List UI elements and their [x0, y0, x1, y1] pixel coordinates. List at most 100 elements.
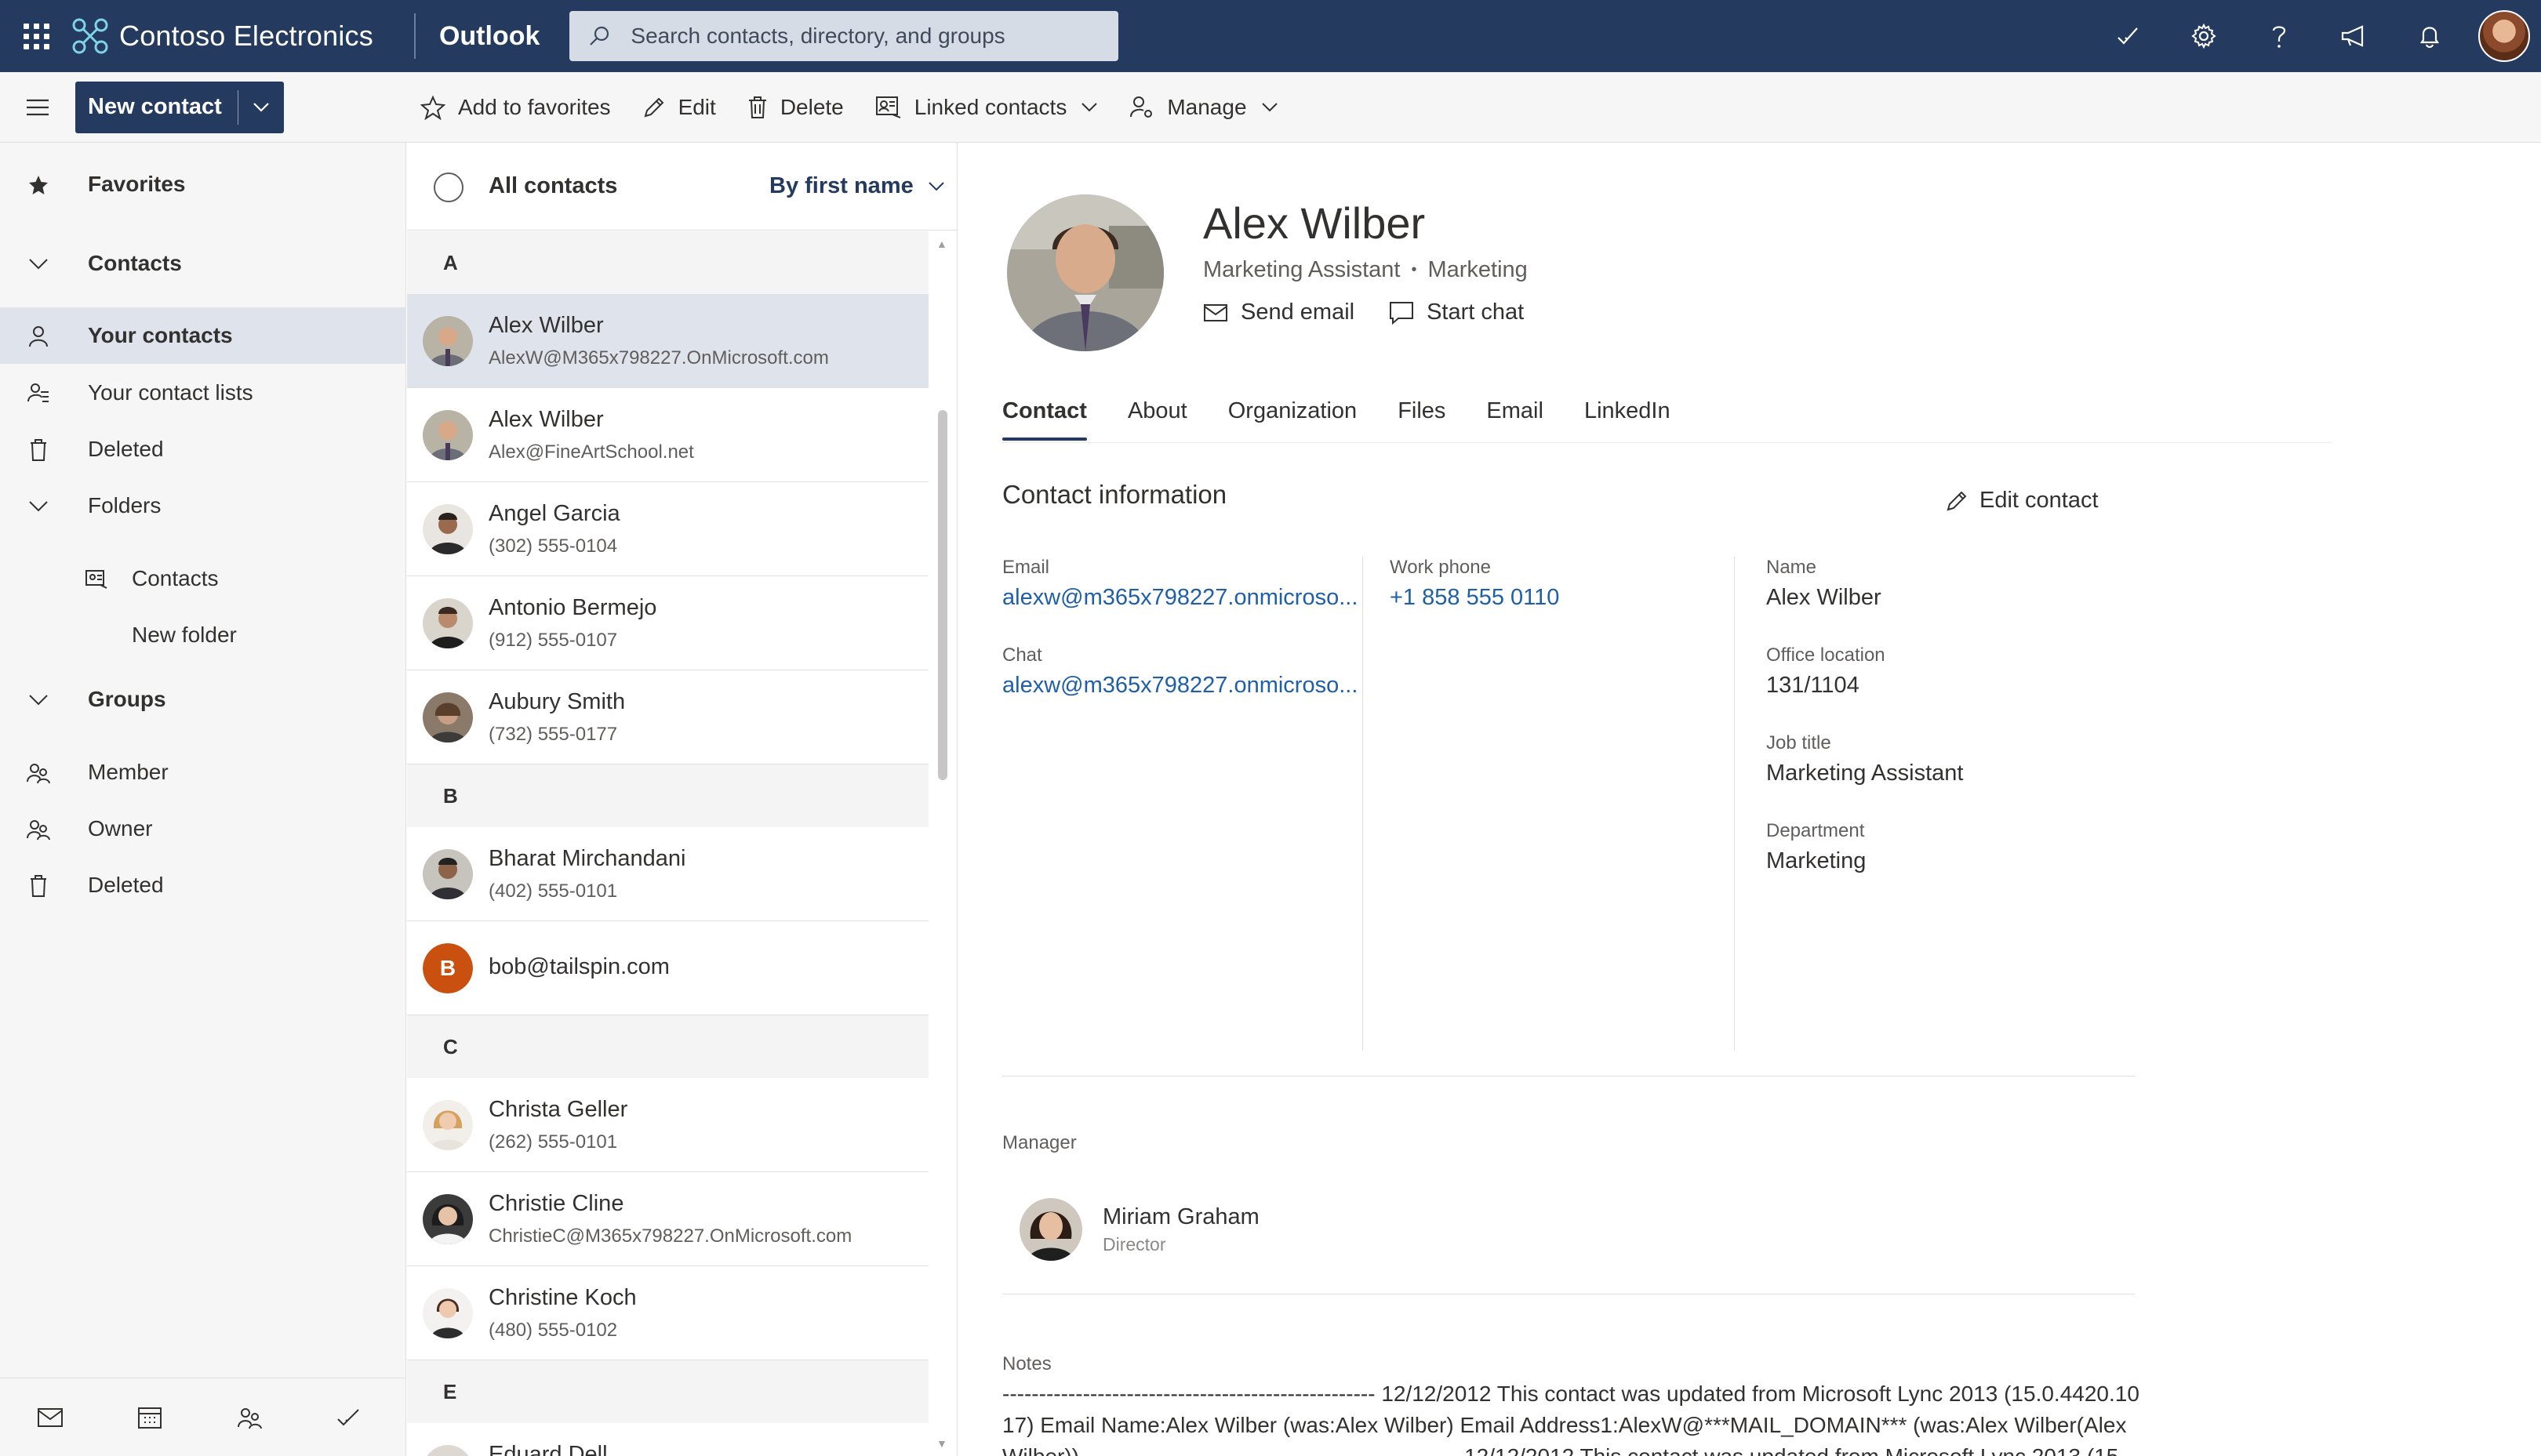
divider — [1002, 1076, 2135, 1077]
edit-contact-button[interactable]: Edit contact — [1945, 488, 2099, 514]
contact-column: Email alexw@m365x798227.onmicroso... Cha… — [1002, 557, 1363, 1051]
work-phone-link[interactable]: +1 858 555 0110 — [1390, 585, 1559, 611]
manage-label: Manage — [1167, 95, 1247, 119]
search-input[interactable] — [631, 24, 1071, 49]
send-email-button[interactable]: Send email — [1203, 300, 1354, 325]
mail-module-button[interactable] — [0, 1378, 100, 1456]
star-outline-icon — [420, 95, 445, 120]
calendar-module-button[interactable] — [100, 1378, 199, 1456]
list-item[interactable]: B bob@tailspin.com — [407, 921, 929, 1015]
list-item[interactable]: Alex Wilber AlexW@M365x798227.OnMicrosof… — [407, 294, 929, 388]
nav-member[interactable]: Member — [0, 744, 406, 801]
chevron-down-icon — [253, 102, 269, 112]
list-header: All contacts By first name — [407, 143, 957, 231]
bell-icon — [2419, 27, 2440, 49]
tab-email[interactable]: Email — [1486, 394, 1543, 441]
app-launcher-button[interactable] — [0, 0, 72, 72]
nav-deleted[interactable]: Deleted — [0, 421, 406, 477]
feedback-button[interactable] — [2317, 0, 2392, 72]
list-item[interactable]: Christie Cline ChristieC@M365x798227.OnM… — [407, 1172, 929, 1266]
todo-button[interactable] — [2091, 0, 2166, 72]
nav-your-contact-lists[interactable]: Your contact lists — [0, 365, 406, 421]
chevron-down-icon — [1261, 103, 1278, 112]
hamburger-icon — [27, 99, 49, 115]
field-value: Marketing — [1766, 848, 1867, 873]
tab-files[interactable]: Files — [1398, 394, 1445, 441]
contact-photo — [1007, 194, 1164, 351]
nav-folder-contacts[interactable]: Contacts — [0, 550, 406, 607]
nav-your-contacts[interactable]: Your contacts — [0, 307, 406, 364]
start-chat-button[interactable]: Start chat — [1389, 300, 1524, 325]
job-title-field: Job title Marketing Assistant — [1766, 732, 1963, 786]
nav-groups-deleted[interactable]: Deleted — [0, 857, 406, 913]
list-item[interactable]: Alex Wilber Alex@FineArtSchool.net — [407, 388, 929, 482]
app-name[interactable]: Outlook — [416, 21, 569, 52]
nav-groups[interactable]: Groups — [0, 671, 406, 728]
calendar-icon — [137, 1407, 162, 1429]
nav-toggle-button[interactable] — [0, 72, 75, 143]
manager-avatar[interactable] — [1020, 1198, 1082, 1261]
list-item[interactable]: Christa Geller (262) 555-0101 — [407, 1078, 929, 1172]
scroll-thumb[interactable] — [938, 410, 947, 780]
todo-module-button[interactable] — [299, 1378, 398, 1456]
settings-button[interactable] — [2166, 0, 2241, 72]
people-module-button[interactable] — [199, 1378, 299, 1456]
tab-linkedin[interactable]: LinkedIn — [1584, 394, 1670, 441]
list-item[interactable]: Antonio Bermejo (912) 555-0107 — [407, 576, 929, 670]
double-check-icon — [2118, 27, 2138, 45]
nav-owner[interactable]: Owner — [0, 801, 406, 857]
select-all-checkbox[interactable] — [434, 172, 463, 202]
notes-label: Notes — [1002, 1353, 1052, 1374]
linked-contacts-icon — [875, 96, 901, 118]
list-item[interactable]: Eduard Dell — [407, 1423, 929, 1456]
list-item[interactable]: Bharat Mirchandani (402) 555-0101 — [407, 827, 929, 921]
new-contact-label[interactable]: New contact — [75, 94, 238, 120]
section-title: Contact information — [1002, 480, 1227, 509]
manage-button[interactable]: Manage — [1129, 95, 1278, 120]
contact-detail: (480) 555-0102 — [489, 1320, 618, 1341]
nav-new-folder[interactable]: New folder — [0, 607, 406, 663]
manager-name[interactable]: Miriam Graham — [1103, 1204, 1260, 1230]
search-box[interactable] — [569, 11, 1119, 61]
account-avatar[interactable] — [2478, 10, 2530, 62]
new-contact-dropdown[interactable] — [238, 102, 284, 113]
tab-about[interactable]: About — [1128, 394, 1187, 441]
tab-organization[interactable]: Organization — [1228, 394, 1357, 441]
field-value: Marketing Assistant — [1766, 761, 1964, 786]
delete-button[interactable]: Delete — [747, 95, 844, 120]
sort-dropdown[interactable]: By first name — [769, 173, 957, 199]
contact-detail: (402) 555-0101 — [489, 880, 618, 902]
field-value: 131/1104 — [1766, 673, 1859, 698]
separator-dot: • — [1411, 261, 1417, 278]
brand[interactable]: Contoso Electronics — [72, 0, 414, 72]
nav-folders[interactable]: Folders — [0, 477, 406, 534]
scroll-down-arrow[interactable]: ▼ — [936, 1437, 947, 1450]
contact-detail-pane: Alex Wilber Marketing Assistant • Market… — [958, 143, 2541, 1456]
scroll-up-arrow[interactable]: ▲ — [936, 238, 947, 250]
nav-contacts-group[interactable]: Contacts — [0, 235, 406, 292]
field-label: Department — [1766, 820, 1865, 841]
pencil-icon — [644, 97, 663, 118]
contact-list-pane: All contacts By first name A Alex Wilber… — [407, 143, 958, 1456]
help-button[interactable] — [2241, 0, 2317, 72]
contact-detail: AlexW@M365x798227.OnMicrosoft.com — [489, 347, 829, 369]
people-icon — [27, 761, 50, 785]
chat-link[interactable]: alexw@m365x798227.onmicroso... — [1002, 673, 1358, 699]
contact-name: Christine Koch — [489, 1285, 637, 1310]
edit-button[interactable]: Edit — [642, 95, 716, 120]
nav-favorites[interactable]: Favorites — [0, 156, 406, 212]
contact-name: Christa Geller — [489, 1097, 628, 1122]
notifications-button[interactable] — [2392, 0, 2467, 72]
tab-contact[interactable]: Contact — [1002, 394, 1087, 441]
list-item[interactable]: Angel Garcia (302) 555-0104 — [407, 482, 929, 576]
list-item[interactable]: Christine Koch (480) 555-0102 — [407, 1266, 929, 1360]
letter-header: B — [407, 764, 929, 827]
letter-header: C — [407, 1015, 929, 1078]
new-contact-button[interactable]: New contact — [75, 81, 284, 133]
email-link[interactable]: alexw@m365x798227.onmicroso... — [1002, 585, 1358, 611]
list-scrollbar[interactable]: ▲ ▼ — [929, 231, 957, 1456]
linked-contacts-button[interactable]: Linked contacts — [875, 95, 1099, 120]
department-field: Department Marketing — [1766, 820, 1866, 874]
add-to-favorites-button[interactable]: Add to favorites — [420, 95, 611, 120]
list-item[interactable]: Aubury Smith (732) 555-0177 — [407, 670, 929, 764]
